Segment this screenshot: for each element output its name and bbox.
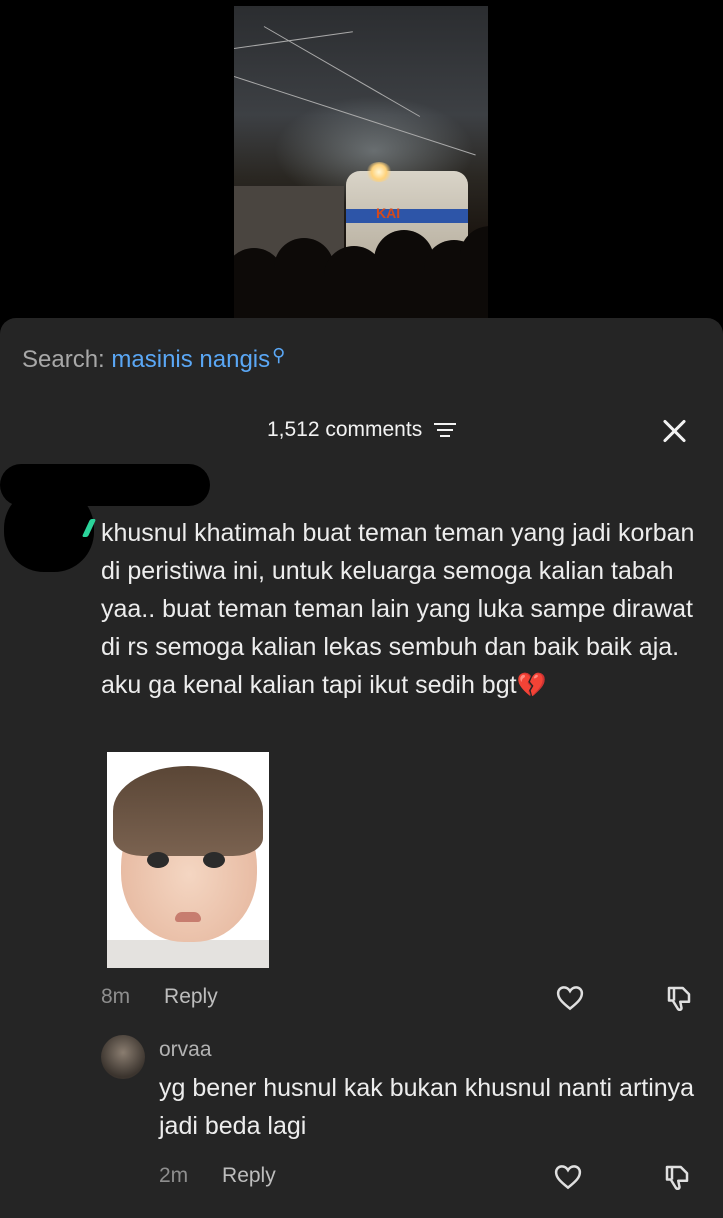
video-thumbnail[interactable]: KAI [234, 6, 488, 318]
search-suggestion[interactable]: Search: masinis nangis ⚲ [22, 345, 285, 374]
comment-meta: 8m Reply [101, 985, 218, 1009]
reply-username[interactable]: orvaa [159, 1038, 212, 1062]
like-heart-icon[interactable] [553, 1162, 583, 1192]
comment-body: khusnul khatimah buat teman teman yang j… [101, 519, 695, 699]
reply-text: yg bener husnul kak bukan khusnul nanti … [159, 1074, 695, 1140]
sticker-hair [113, 766, 263, 856]
close-icon[interactable] [661, 418, 687, 444]
broken-heart-emoji: 💔 [516, 672, 547, 699]
overhead-wire [234, 31, 353, 49]
like-heart-icon[interactable] [555, 983, 585, 1013]
comment-time: 8m [101, 985, 131, 1008]
search-icon[interactable]: ⚲ [272, 345, 285, 365]
redacted-avatar [4, 488, 94, 572]
reply-button[interactable]: Reply [164, 985, 218, 1008]
reply-meta: 2m Reply [159, 1164, 276, 1188]
search-query[interactable]: masinis nangis [111, 346, 270, 373]
dislike-icon[interactable] [664, 983, 694, 1013]
comments-header: 1,512 comments [0, 418, 723, 442]
crying-baby-sticker[interactable] [107, 752, 269, 968]
crowd-silhouette [460, 226, 488, 318]
comments-count: 1,512 comments [266, 418, 423, 441]
reply-button[interactable]: Reply [222, 1164, 276, 1187]
sticker-eye [203, 852, 225, 868]
avatar[interactable] [101, 1035, 145, 1079]
sticker-mouth [175, 912, 201, 922]
search-label: Search: [22, 346, 105, 373]
locomotive-logo: KAI [376, 205, 401, 221]
sticker-shirt [107, 940, 269, 968]
comments-sheet: Search: masinis nangis ⚲ 1,512 comments k… [0, 318, 723, 1218]
dislike-icon[interactable] [662, 1162, 692, 1192]
filter-icon[interactable] [434, 419, 457, 441]
sticker-eye [147, 852, 169, 868]
reply-time: 2m [159, 1164, 189, 1187]
headlight [366, 162, 392, 182]
comment-text: khusnul khatimah buat teman teman yang j… [101, 514, 701, 705]
